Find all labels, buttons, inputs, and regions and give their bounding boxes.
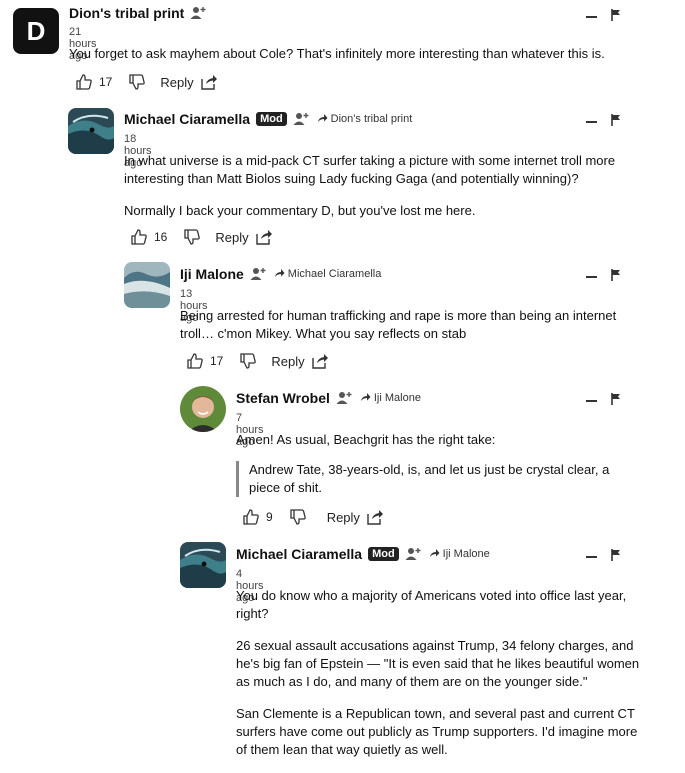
like-count: 17 bbox=[99, 75, 113, 89]
reply-arrow-icon bbox=[429, 548, 440, 561]
blockquote: Andrew Tate, 38-years-old, is, and let u… bbox=[236, 461, 636, 497]
share-icon[interactable] bbox=[311, 352, 329, 370]
flag-icon[interactable] bbox=[611, 113, 621, 131]
share-icon[interactable] bbox=[200, 73, 218, 91]
thumbs-up-icon[interactable] bbox=[130, 228, 148, 246]
like-count: 16 bbox=[154, 230, 168, 244]
collapse-icon[interactable] bbox=[586, 121, 597, 123]
flag-icon[interactable] bbox=[611, 392, 621, 410]
reply-to[interactable]: Michael Ciaramella bbox=[274, 268, 382, 281]
collapse-icon[interactable] bbox=[586, 276, 597, 278]
author-name[interactable]: Dion's tribal print bbox=[69, 5, 184, 21]
author-name[interactable]: Michael Ciaramella bbox=[236, 546, 362, 562]
flag-icon[interactable] bbox=[611, 548, 621, 566]
reply-button[interactable]: Reply bbox=[215, 230, 248, 245]
comment-text: San Clemente is a Republican town, and s… bbox=[236, 706, 638, 757]
comment-text: You forget to ask mayhem about Cole? Tha… bbox=[69, 46, 605, 61]
like-count: 9 bbox=[266, 510, 273, 524]
comment-text: Being arrested for human trafficking and… bbox=[180, 308, 617, 341]
avatar[interactable] bbox=[180, 542, 226, 588]
flag-icon[interactable] bbox=[611, 268, 621, 286]
reply-button[interactable]: Reply bbox=[271, 354, 304, 369]
comment-body: Being arrested for human trafficking and… bbox=[180, 307, 640, 357]
comment-text: Normally I back your commentary D, but y… bbox=[124, 203, 476, 218]
follow-icon[interactable] bbox=[190, 6, 208, 20]
follow-icon[interactable] bbox=[250, 267, 268, 281]
comment-text: Amen! As usual, Beachgrit has the right … bbox=[236, 432, 496, 447]
collapse-icon[interactable] bbox=[586, 16, 597, 18]
avatar[interactable] bbox=[68, 108, 114, 154]
mod-badge: Mod bbox=[368, 547, 399, 561]
avatar[interactable] bbox=[180, 386, 226, 432]
collapse-icon[interactable] bbox=[586, 556, 597, 558]
reply-to-name[interactable]: Iji Malone bbox=[374, 392, 421, 404]
reply-button[interactable]: Reply bbox=[160, 75, 193, 90]
share-icon[interactable] bbox=[255, 228, 273, 246]
reply-button[interactable]: Reply bbox=[327, 510, 360, 525]
thumbs-down-icon[interactable] bbox=[289, 508, 307, 526]
mod-badge: Mod bbox=[256, 112, 287, 126]
comment-body: Amen! As usual, Beachgrit has the right … bbox=[236, 431, 636, 497]
avatar-letter: D bbox=[26, 15, 46, 46]
comment-text: You do know who a majority of Americans … bbox=[236, 588, 627, 621]
collapse-icon[interactable] bbox=[586, 400, 597, 402]
comment-body: You do know who a majority of Americans … bbox=[236, 587, 644, 773]
follow-icon[interactable] bbox=[293, 112, 311, 126]
author-name[interactable]: Stefan Wrobel bbox=[236, 390, 330, 406]
thumbs-down-icon[interactable] bbox=[239, 352, 257, 370]
follow-icon[interactable] bbox=[405, 547, 423, 561]
thumbs-up-icon[interactable] bbox=[242, 508, 260, 526]
avatar[interactable]: D bbox=[13, 8, 59, 54]
share-icon[interactable] bbox=[366, 508, 384, 526]
comment-body: In what universe is a mid-pack CT surfer… bbox=[124, 152, 644, 234]
reply-to-name[interactable]: Iji Malone bbox=[443, 548, 490, 560]
reply-arrow-icon bbox=[317, 113, 328, 126]
author-name[interactable]: Michael Ciaramella bbox=[124, 111, 250, 127]
thumbs-down-icon[interactable] bbox=[128, 73, 146, 91]
author-name[interactable]: Iji Malone bbox=[180, 266, 244, 282]
reply-to[interactable]: Iji Malone bbox=[360, 392, 421, 405]
reply-to-name[interactable]: Dion's tribal print bbox=[331, 113, 413, 125]
reply-to-name[interactable]: Michael Ciaramella bbox=[288, 268, 382, 280]
flag-icon[interactable] bbox=[611, 8, 621, 26]
thumbs-down-icon[interactable] bbox=[183, 228, 201, 246]
avatar[interactable] bbox=[124, 262, 170, 308]
thumbs-up-icon[interactable] bbox=[75, 73, 93, 91]
reply-to[interactable]: Dion's tribal print bbox=[317, 113, 413, 126]
comment-text: 26 sexual assault accusations against Tr… bbox=[236, 638, 640, 689]
reply-to[interactable]: Iji Malone bbox=[429, 548, 490, 561]
thumbs-up-icon[interactable] bbox=[186, 352, 204, 370]
like-count: 17 bbox=[210, 354, 224, 368]
reply-arrow-icon bbox=[360, 392, 371, 405]
follow-icon[interactable] bbox=[336, 391, 354, 405]
reply-arrow-icon bbox=[274, 268, 285, 281]
comment-text: In what universe is a mid-pack CT surfer… bbox=[124, 153, 616, 186]
